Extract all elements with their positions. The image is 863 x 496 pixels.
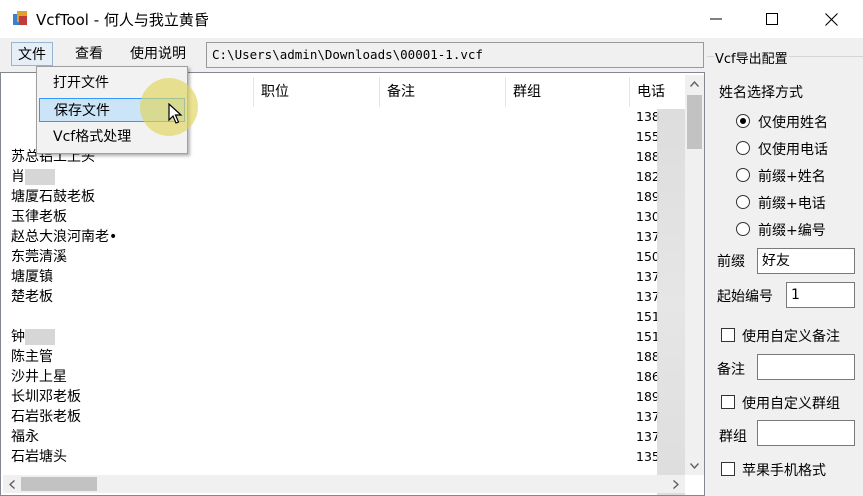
note-label: 备注 [717,362,745,378]
radio-label[interactable]: 前缀+编号 [758,220,826,240]
table-row[interactable]: 钟 151 [1,327,686,347]
redacted-phone-column [657,109,685,495]
table-row[interactable]: 塘厦镇 137 [1,267,686,287]
chevron-down-icon [690,463,699,469]
horizontal-scroll-thumb[interactable] [21,477,97,491]
cell-name: 肖 [11,167,55,187]
close-button[interactable] [808,0,854,38]
cell-name: 石岩塘头 [11,449,67,465]
scroll-right-button[interactable] [667,475,685,493]
start-number-input[interactable]: 1 [786,282,855,308]
radio-prefix-number[interactable] [736,222,750,236]
maximize-button[interactable] [749,0,795,38]
cell-name: 赵总大浪河南老• [11,229,118,245]
chevron-left-icon [9,479,15,489]
cell-name: 塘厦镇 [11,269,53,285]
radio-prefix-phone[interactable] [736,195,750,209]
minimize-icon [710,18,722,20]
apple-format-checkbox[interactable] [721,462,735,476]
cell-name: 楚老板 [11,289,53,305]
close-icon [824,12,838,26]
radio-label[interactable]: 仅使用电话 [758,139,828,159]
scroll-down-button[interactable] [685,457,704,475]
redacted-block [25,329,55,345]
radio-label[interactable]: 前缀+姓名 [758,166,826,186]
export-settings-title: Vcf导出配置 [714,48,789,67]
custom-group-label[interactable]: 使用自定义群组 [742,393,840,413]
custom-group-checkbox[interactable] [721,395,735,409]
cell-name: 钟 [11,327,55,347]
group-label: 群组 [719,429,747,445]
scroll-thumb[interactable] [687,95,702,149]
custom-note-checkbox[interactable] [721,328,735,342]
cell-name: 陈主管 [11,349,53,365]
minimize-button[interactable] [693,0,739,38]
table-row[interactable]: 玉律老板 130 [1,207,686,227]
chevron-up-icon [690,81,699,87]
name-mode-label: 姓名选择方式 [719,85,803,101]
redacted-block [25,169,55,185]
radio-label[interactable]: 前缀+电话 [758,193,826,213]
menu-view[interactable]: 查看 [69,42,109,66]
cell-name: 玉律老板 [11,209,67,225]
custom-note-label[interactable]: 使用自定义备注 [742,326,840,346]
table-row[interactable]: 赵总大浪河南老• 137 [1,227,686,247]
table-row[interactable]: 楚老板 137 [1,287,686,307]
prefix-label: 前缀 [717,254,745,270]
column-header-position[interactable]: 职位 [253,77,379,107]
table-row[interactable]: 151 [1,307,686,327]
table-row[interactable]: 肖 182 [1,167,686,187]
cell-name: 沙井上星 [11,369,67,385]
column-header-note[interactable]: 备注 [379,77,505,107]
cell-name: 福永 [11,429,39,445]
table-row[interactable]: 石岩张老板 137 [1,407,686,427]
cell-name: 塘厦石鼓老板 [11,189,95,205]
table-row[interactable]: 长圳邓老板 189 [1,387,686,407]
scroll-up-button[interactable] [685,75,704,93]
mouse-cursor-icon [168,103,183,124]
radio-phone-only[interactable] [736,141,750,155]
prefix-input[interactable]: 好友 [757,248,855,274]
horizontal-scrollbar[interactable] [3,475,685,493]
maximize-icon [766,13,778,25]
table-row[interactable]: 沙井上星 186 [1,367,686,387]
app-icon [13,11,27,25]
start-number-label: 起始编号 [717,289,773,305]
title-bar: VcfTool - 何人与我立黄昏 [0,0,863,38]
column-header-group[interactable]: 群组 [505,77,629,107]
apple-format-label[interactable]: 苹果手机格式 [742,460,826,480]
vertical-scrollbar[interactable] [685,75,704,475]
table-row[interactable]: 塘厦石鼓老板 189 [1,187,686,207]
cell-name: 东莞清溪 [11,249,67,265]
table-row[interactable]: 东莞清溪 150 [1,247,686,267]
window-title: VcfTool - 何人与我立黄昏 [36,11,209,29]
cell-name: 长圳邓老板 [11,389,81,405]
table-row[interactable]: 陈主管 188 [1,347,686,367]
radio-label[interactable]: 仅使用姓名 [758,112,828,132]
group-input[interactable] [757,420,855,446]
note-input[interactable] [757,354,855,380]
table-row[interactable]: 福永 137 [1,427,686,447]
scroll-left-button[interactable] [3,475,21,493]
file-path-field[interactable]: C:\Users\admin\Downloads\00001-1.vcf [206,42,704,68]
chevron-right-icon [673,479,679,489]
menu-help[interactable]: 使用说明 [124,42,192,66]
radio-prefix-name[interactable] [736,168,750,182]
table-row[interactable]: 石岩塘头 135 [1,447,686,467]
menu-file[interactable]: 文件 [11,42,53,66]
column-header-phone[interactable]: 电话 [629,77,686,107]
radio-name-only[interactable] [736,114,750,128]
cell-name: 石岩张老板 [11,409,81,425]
